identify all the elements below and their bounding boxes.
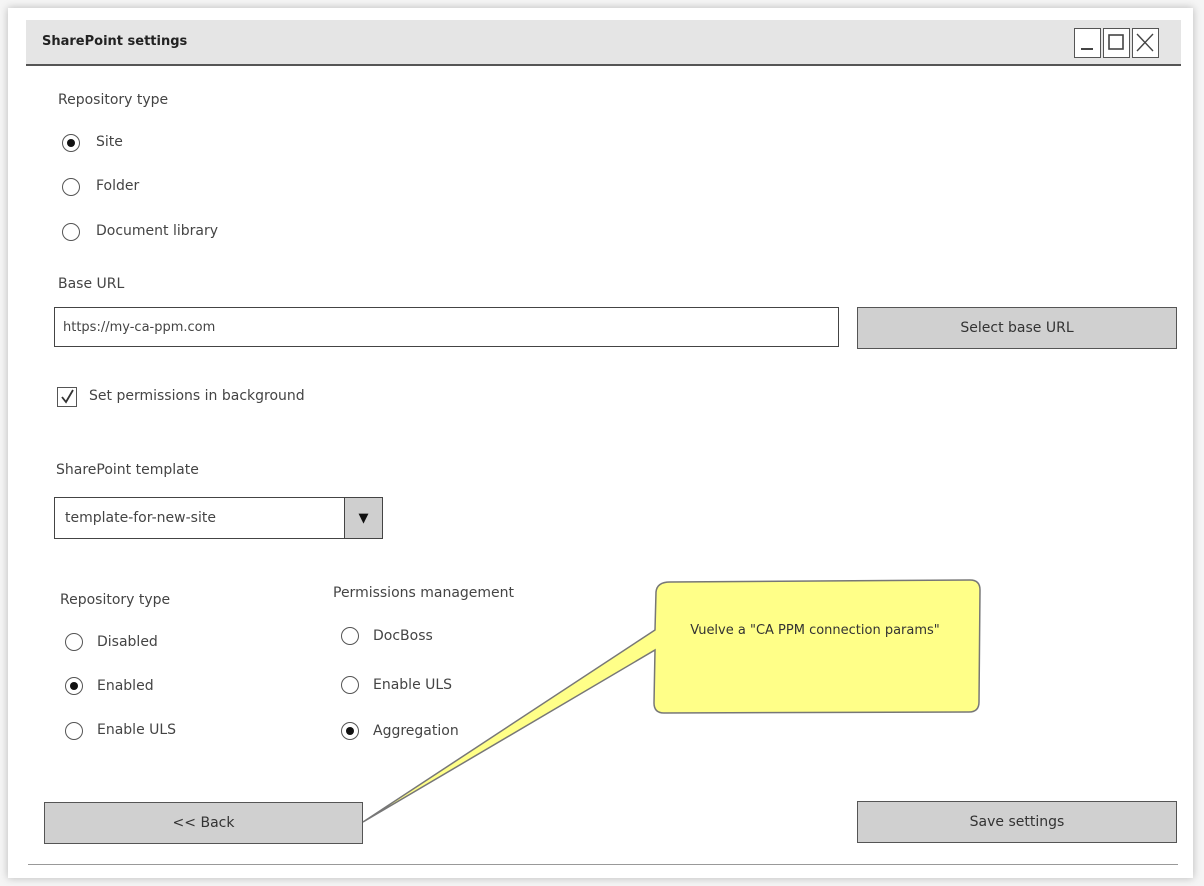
callout-text: Vuelve a "CA PPM connection params" <box>690 623 940 638</box>
callout-note <box>362 579 981 823</box>
divider <box>28 864 1178 865</box>
